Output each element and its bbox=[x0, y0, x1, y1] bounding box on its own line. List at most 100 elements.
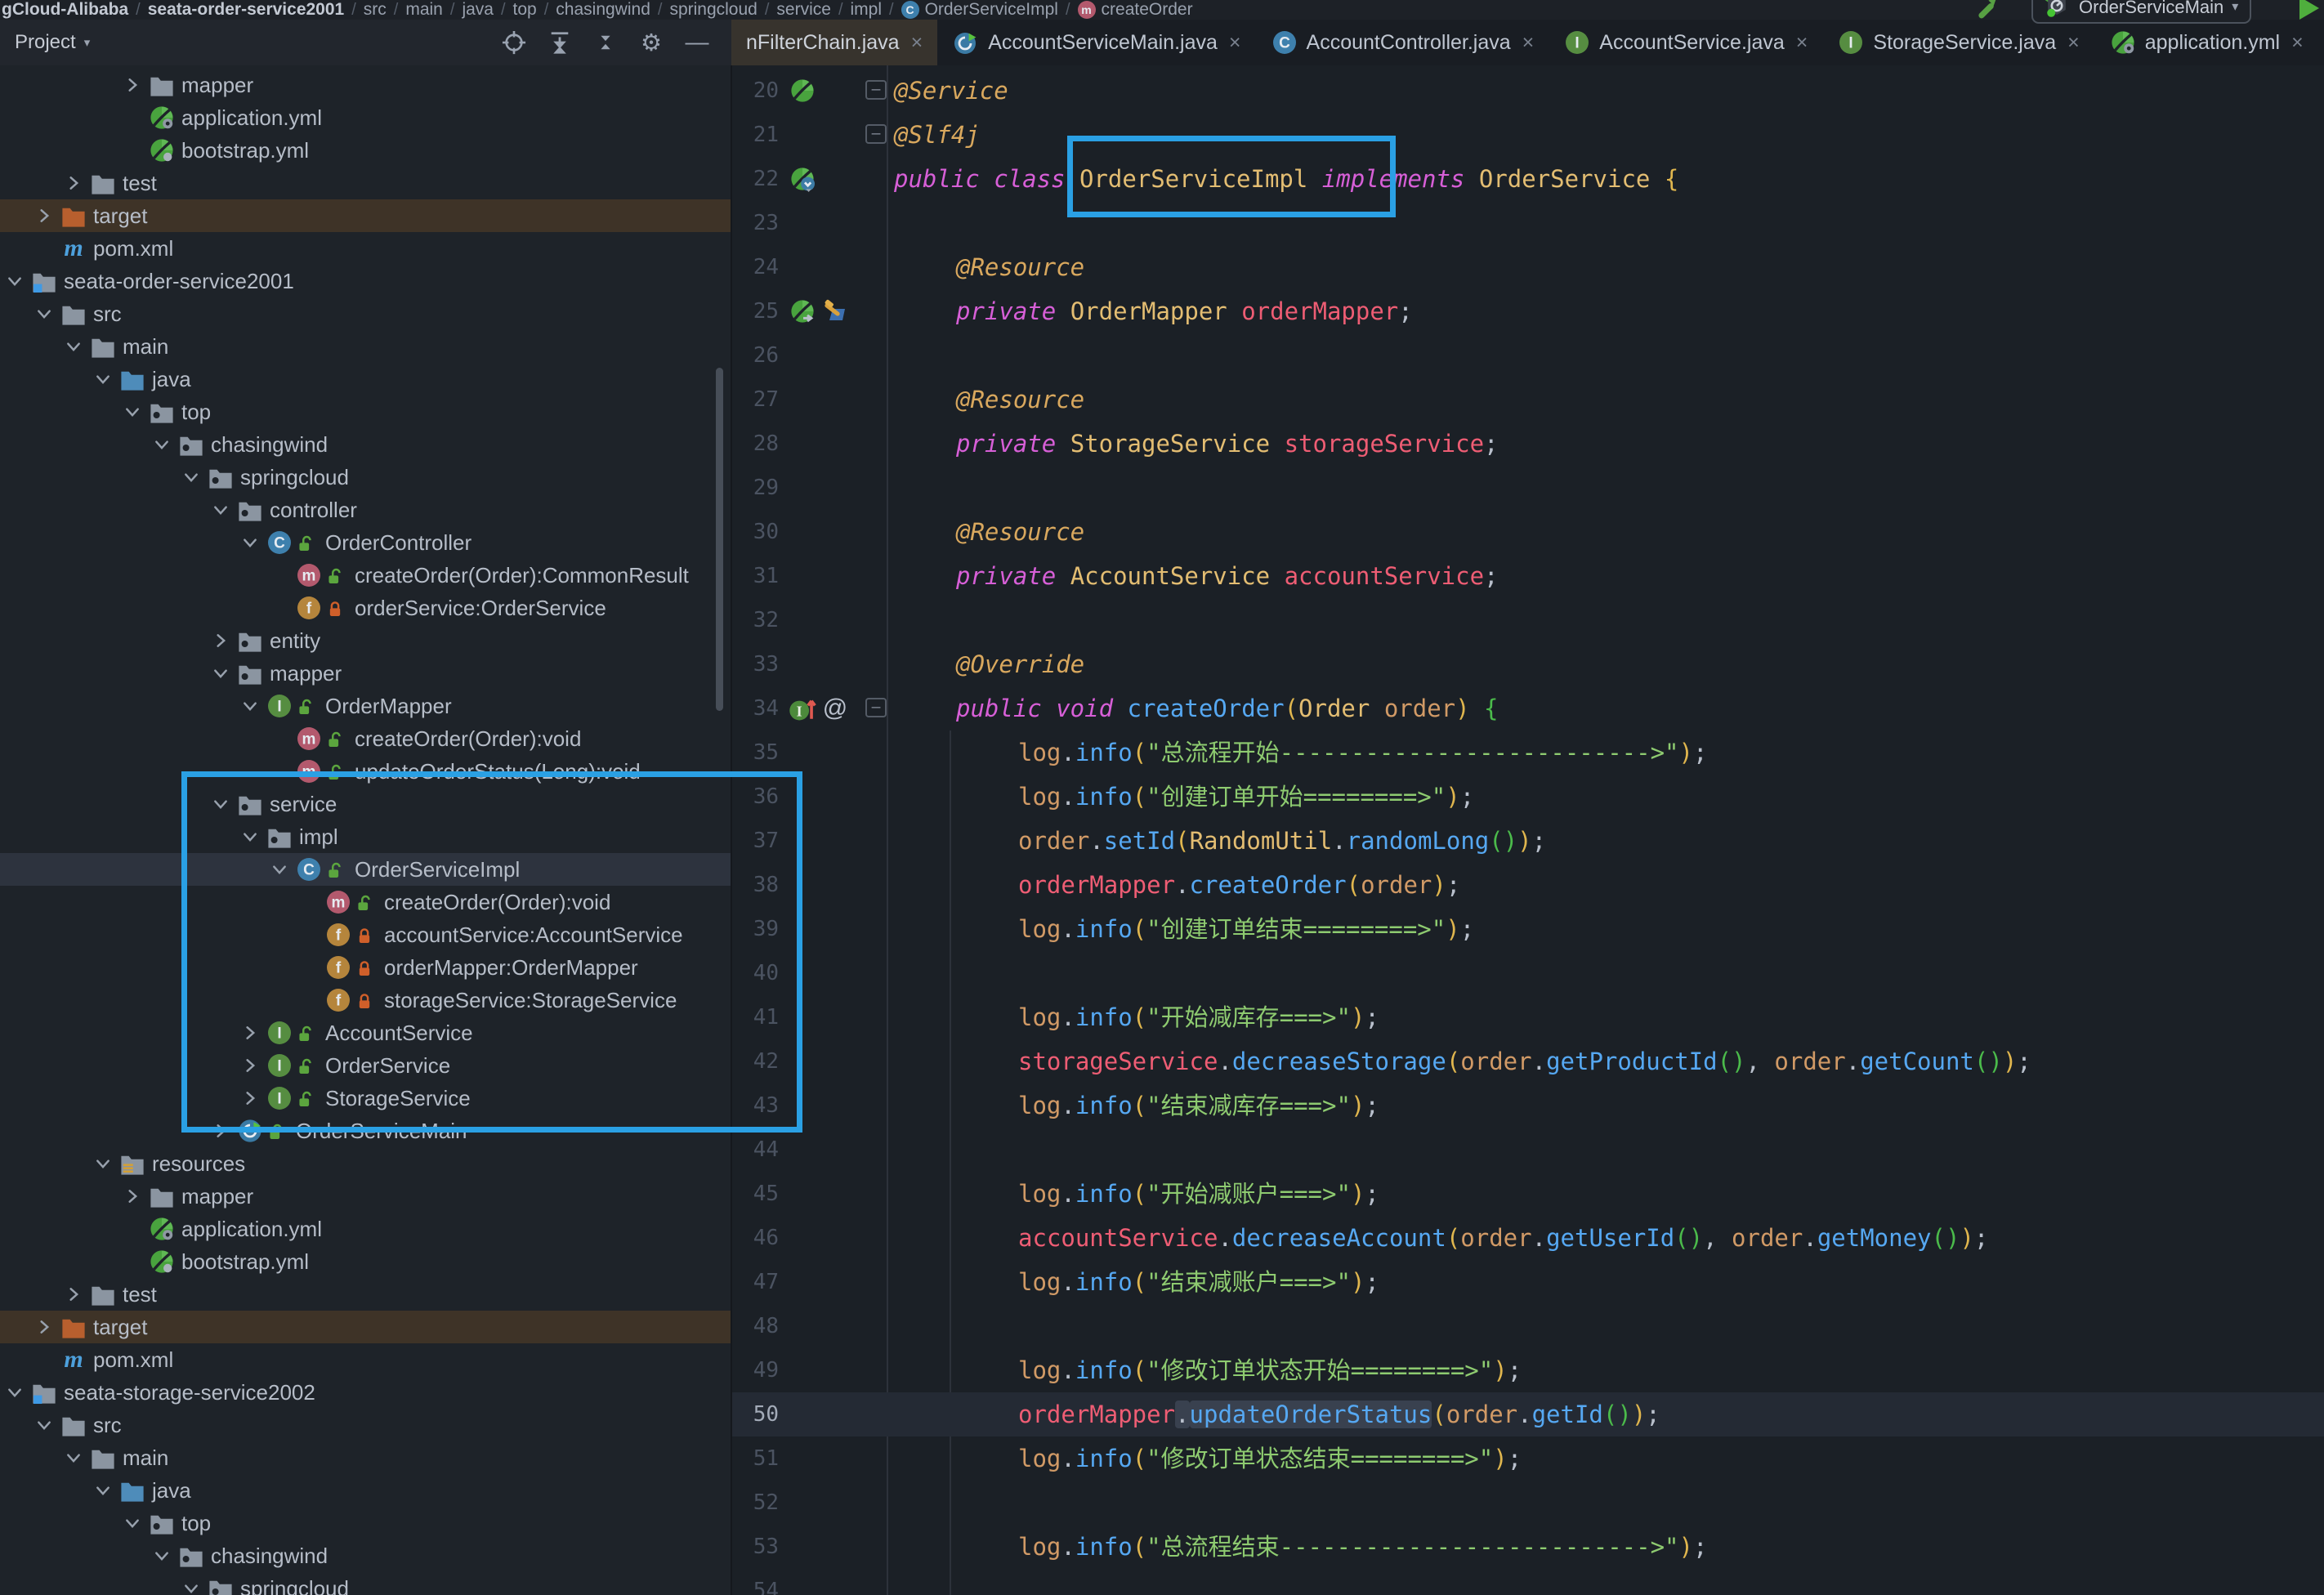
line-number[interactable]: 25 bbox=[731, 289, 779, 333]
editor-tab[interactable]: IStorageService.java× bbox=[1822, 20, 2094, 65]
tree-row[interactable]: springcloud bbox=[0, 1572, 731, 1595]
project-panel-title[interactable]: Project bbox=[15, 31, 76, 54]
chevron-down-icon[interactable] bbox=[181, 1579, 201, 1595]
line-number[interactable]: 28 bbox=[731, 422, 779, 466]
line-number[interactable]: 27 bbox=[731, 378, 779, 422]
editor-tab[interactable]: AccountServiceMain.java× bbox=[937, 20, 1255, 65]
bean-impl-icon[interactable] bbox=[789, 165, 816, 193]
tree-row[interactable]: seata-order-service2001 bbox=[0, 265, 731, 297]
line-number[interactable]: 21 bbox=[731, 113, 779, 157]
breadcrumb-item[interactable]: main bbox=[405, 0, 443, 20]
breadcrumb-item[interactable]: gCloud-Alibaba bbox=[2, 0, 128, 20]
tree-row[interactable]: mcreateOrder(Order):CommonResult bbox=[0, 559, 731, 592]
expand-all-icon[interactable] bbox=[547, 29, 573, 56]
locate-file-icon[interactable] bbox=[501, 29, 527, 56]
chevron-down-icon[interactable] bbox=[64, 1448, 83, 1468]
override-icon[interactable]: I bbox=[789, 695, 816, 722]
tree-row[interactable]: target bbox=[0, 199, 731, 232]
chevron-right-icon[interactable] bbox=[34, 1317, 54, 1337]
tab-close-icon[interactable]: × bbox=[1796, 31, 1808, 55]
tree-row[interactable]: top bbox=[0, 395, 731, 428]
tree-row[interactable]: java bbox=[0, 363, 731, 395]
bean-icon[interactable] bbox=[789, 77, 816, 105]
chevron-down-icon[interactable] bbox=[34, 304, 54, 324]
tree-row[interactable]: forderService:OrderService bbox=[0, 592, 731, 624]
chevron-right-icon[interactable] bbox=[211, 631, 230, 650]
chevron-down-icon[interactable] bbox=[64, 337, 83, 356]
line-number[interactable]: 46 bbox=[731, 1216, 779, 1260]
line-number[interactable]: 54 bbox=[731, 1569, 779, 1595]
bean-arrow-icon[interactable] bbox=[789, 297, 816, 325]
line-number[interactable]: 32 bbox=[731, 598, 779, 642]
run-button[interactable] bbox=[2299, 0, 2319, 20]
line-number[interactable]: 48 bbox=[731, 1304, 779, 1348]
tab-close-icon[interactable]: × bbox=[2067, 31, 2080, 55]
breadcrumb-item[interactable]: service bbox=[776, 0, 831, 20]
chevron-down-icon[interactable] bbox=[123, 402, 142, 422]
tab-close-icon[interactable]: × bbox=[1522, 31, 1535, 55]
chevron-down-icon[interactable] bbox=[123, 1513, 142, 1533]
run-configuration-select[interactable]: OrderServiceMain ▾ bbox=[2031, 0, 2251, 24]
at-icon[interactable]: @ bbox=[821, 695, 849, 722]
breadcrumb-item[interactable]: java bbox=[462, 0, 494, 20]
tree-row[interactable]: seata-storage-service2002 bbox=[0, 1376, 731, 1409]
editor-tab[interactable]: IAccountService.java× bbox=[1549, 20, 1822, 65]
chevron-down-icon[interactable] bbox=[93, 1481, 113, 1500]
breadcrumb-item[interactable]: chasingwind bbox=[556, 0, 650, 20]
tree-row[interactable]: controller bbox=[0, 494, 731, 526]
settings-gear-icon[interactable]: ⚙ bbox=[638, 29, 664, 56]
editor-tab[interactable]: nFilterChain.java× bbox=[731, 20, 937, 65]
chevron-down-icon[interactable] bbox=[152, 1546, 172, 1566]
line-number[interactable]: 53 bbox=[731, 1525, 779, 1569]
breadcrumb-item[interactable]: COrderServiceImpl bbox=[901, 0, 1058, 20]
editor-tab[interactable]: CAccountController.java× bbox=[1256, 20, 1549, 65]
breadcrumb-item[interactable]: mcreateOrder bbox=[1078, 0, 1193, 20]
line-number[interactable]: 29 bbox=[731, 466, 779, 510]
breadcrumb-item[interactable]: src bbox=[364, 0, 387, 20]
chevron-down-icon[interactable] bbox=[93, 1154, 113, 1173]
line-number[interactable]: 51 bbox=[731, 1436, 779, 1481]
green-diagonal-arrow-icon[interactable] bbox=[1971, 0, 2004, 21]
tree-row[interactable]: application.yml bbox=[0, 101, 731, 134]
chevron-down-icon[interactable] bbox=[211, 500, 230, 520]
chevron-down-icon[interactable] bbox=[5, 271, 25, 291]
tree-row[interactable]: mpom.xml bbox=[0, 232, 731, 265]
tree-row[interactable]: chasingwind bbox=[0, 428, 731, 461]
tree-row[interactable]: src bbox=[0, 1409, 731, 1441]
chevron-right-icon[interactable] bbox=[34, 206, 54, 226]
tree-row[interactable]: COrderController bbox=[0, 526, 731, 559]
tree-row[interactable]: java bbox=[0, 1474, 731, 1507]
chevron-down-icon[interactable] bbox=[152, 435, 172, 454]
line-number[interactable]: 30 bbox=[731, 510, 779, 554]
chevron-right-icon[interactable] bbox=[64, 173, 83, 193]
breadcrumb-item[interactable]: springcloud bbox=[669, 0, 757, 20]
tab-close-icon[interactable]: × bbox=[2291, 31, 2304, 55]
tree-row[interactable]: top bbox=[0, 1507, 731, 1539]
breadcrumb-item[interactable]: top bbox=[513, 0, 537, 20]
fold-marker-icon[interactable]: – bbox=[865, 698, 887, 717]
tree-row[interactable]: mapper bbox=[0, 657, 731, 690]
line-number[interactable]: 24 bbox=[731, 245, 779, 289]
collapse-all-icon[interactable] bbox=[592, 29, 619, 56]
editor-tab[interactable]: IOrderMapp bbox=[2318, 20, 2324, 65]
tree-row[interactable]: main bbox=[0, 330, 731, 363]
line-number[interactable]: 23 bbox=[731, 201, 779, 245]
tab-close-icon[interactable]: × bbox=[911, 31, 923, 55]
chevron-down-icon[interactable] bbox=[5, 1383, 25, 1402]
code-editor[interactable]: 20–@Service21–@Slf4j22public class Order… bbox=[731, 65, 2324, 1595]
tree-row[interactable]: mapper bbox=[0, 1180, 731, 1213]
tree-row[interactable]: mcreateOrder(Order):void bbox=[0, 722, 731, 755]
line-number[interactable]: 22 bbox=[731, 157, 779, 201]
chevron-down-icon[interactable] bbox=[240, 696, 260, 716]
hide-panel-icon[interactable]: — bbox=[684, 29, 710, 56]
tree-scrollbar[interactable] bbox=[716, 368, 723, 711]
line-number[interactable]: 31 bbox=[731, 554, 779, 598]
chevron-down-icon[interactable] bbox=[240, 533, 260, 552]
chevron-right-icon[interactable] bbox=[123, 1186, 142, 1206]
mybatis-icon[interactable] bbox=[821, 297, 849, 325]
tree-row[interactable]: IOrderMapper bbox=[0, 690, 731, 722]
chevron-down-icon[interactable] bbox=[181, 467, 201, 487]
fold-marker-icon[interactable]: – bbox=[865, 124, 887, 144]
tree-row[interactable]: test bbox=[0, 167, 731, 199]
chevron-down-icon[interactable] bbox=[93, 369, 113, 389]
